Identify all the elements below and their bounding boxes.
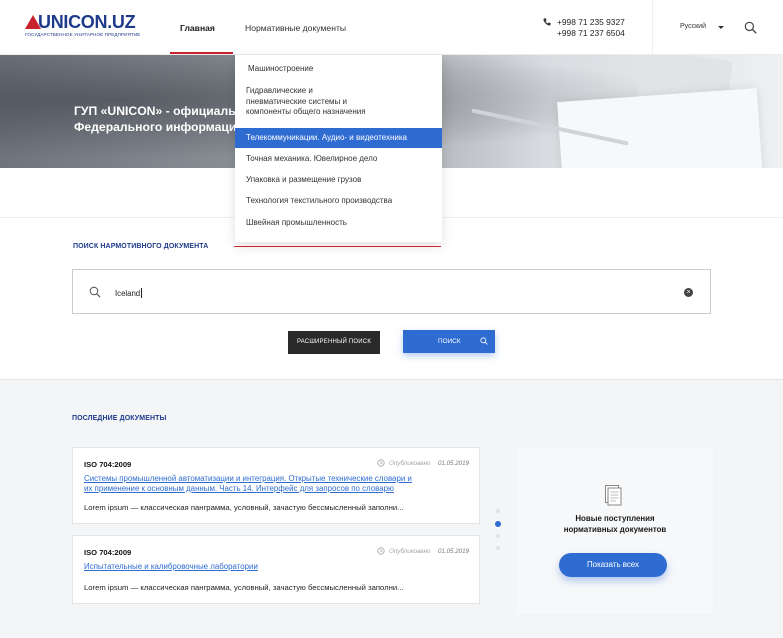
document-title-link[interactable]: Системы промышленной автоматизации и инт… [84, 474, 469, 494]
search-button[interactable]: ПОИСК [403, 330, 495, 353]
document-title-line-1[interactable]: Системы промышленной автоматизации и инт… [84, 474, 469, 484]
published-label: Опубликовано [389, 548, 431, 555]
menu-item-sewing[interactable]: Швейная промышленность [235, 217, 442, 228]
menu-item-telecommunications[interactable]: Телекоммуникации. Аудио- и видеотехника [235, 128, 442, 148]
menu-item-precision-mechanics[interactable]: Точная механика. Ювелирное дело [235, 153, 442, 164]
nav-active-underline [170, 52, 233, 54]
menu-item-hydraulic-line-1[interactable]: Гидравлические и [235, 85, 442, 96]
document-code: ISO 704:2009 [84, 548, 132, 557]
search-heading: ПОИСК НАРМОТИВНОГО ДОКУМЕНТА [73, 243, 209, 250]
search-icon[interactable] [744, 21, 757, 34]
document-title-link[interactable]: Испытательные и калибровочные лаборатори… [84, 562, 469, 572]
hero-paper-image [557, 88, 763, 168]
document-icon [605, 485, 622, 506]
search-input[interactable]: Iceland × [72, 269, 711, 314]
nav-item-documents[interactable]: Нормативные документы [245, 23, 346, 33]
search-icon [480, 337, 488, 345]
latest-documents-heading: ПОСЛЕДНИЕ ДОКУМЕНТЫ [72, 415, 167, 422]
search-icon [89, 286, 101, 298]
nav-item-main[interactable]: Главная [180, 23, 215, 33]
new-documents-title: Новые поступления нормативных документов [517, 513, 713, 535]
search-heading-line [234, 246, 441, 247]
header-divider [652, 0, 653, 55]
new-documents-panel: Новые поступления нормативных документов… [517, 447, 713, 614]
phone-number-1[interactable]: +998 71 235 9327 [557, 17, 625, 27]
slider-dot[interactable] [496, 534, 500, 538]
document-description: Lorem ipsum — классическая панграмма, ус… [84, 583, 404, 592]
document-title-line-1[interactable]: Испытательные и калибровочные лаборатори… [84, 562, 469, 572]
document-code: ISO 704:2009 [84, 460, 132, 469]
search-input-value[interactable]: Iceland [115, 288, 143, 298]
advanced-search-button[interactable]: РАСШИРЕННЫЙ ПОИСК [288, 331, 380, 354]
new-documents-title-line-1: Новые поступления [575, 514, 655, 523]
clear-icon[interactable]: × [684, 288, 693, 297]
search-section: ПОИСК НАРМОТИВНОГО ДОКУМЕНТА Iceland × Р… [0, 218, 783, 380]
published-label: Опубликовано [389, 460, 431, 467]
document-title-line-2[interactable]: их применение к основным данным. Часть 1… [84, 484, 469, 494]
document-card[interactable]: ISO 704:2009 Опубликовано 01.05.2019 Исп… [72, 535, 480, 604]
phone-icon [543, 18, 551, 26]
menu-item-textile[interactable]: Технология текстильного производства [235, 195, 442, 206]
show-all-button[interactable]: Показать всех [559, 553, 667, 577]
phone-number-2[interactable]: +998 71 237 6504 [557, 28, 625, 38]
header: UNICON.UZ ГОСУДАРСТВЕННОЕ УНИТАРНОЕ ПРЕД… [0, 0, 783, 55]
text-cursor [141, 288, 143, 298]
slider-dot-active[interactable] [495, 521, 501, 527]
menu-item-hydraulic-line-3[interactable]: компоненты общего назначения [235, 106, 442, 117]
new-documents-title-line-2: нормативных документов [563, 525, 667, 534]
search-button-label: ПОИСК [438, 338, 461, 345]
chevron-down-icon[interactable] [718, 26, 724, 29]
hero-title: ГУП «UNICON» - официаль Федерального инф… [74, 103, 236, 135]
menu-item-packaging[interactable]: Упаковка и размещение грузов [235, 174, 442, 185]
menu-item-mechanical-engineering[interactable]: Машиностроение [235, 63, 442, 74]
logo-text: UNICON.UZ [38, 12, 136, 32]
language-selector[interactable]: Русский [680, 23, 706, 30]
slider-pagination [495, 509, 501, 558]
published-date: 01.05.2019 [438, 548, 469, 555]
document-description: Lorem ipsum — классическая панграмма, ус… [84, 503, 404, 512]
documents-dropdown-menu: Машиностроение Гидравлические и пневмати… [235, 55, 442, 242]
slider-dot[interactable] [496, 546, 500, 550]
hero-title-line-1: ГУП «UNICON» - официаль [74, 104, 236, 118]
clock-icon [377, 459, 385, 467]
published-date: 01.05.2019 [438, 460, 469, 467]
hero-title-line-2: Федерального информаци [74, 120, 237, 134]
slider-dot[interactable] [496, 509, 500, 513]
logo-subtitle: ГОСУДАРСТВЕННОЕ УНИТАРНОЕ ПРЕДПРИЯТИЕ [25, 32, 141, 37]
document-card[interactable]: ISO 704:2009 Опубликовано 01.05.2019 Сис… [72, 447, 480, 524]
clock-icon [377, 547, 385, 555]
